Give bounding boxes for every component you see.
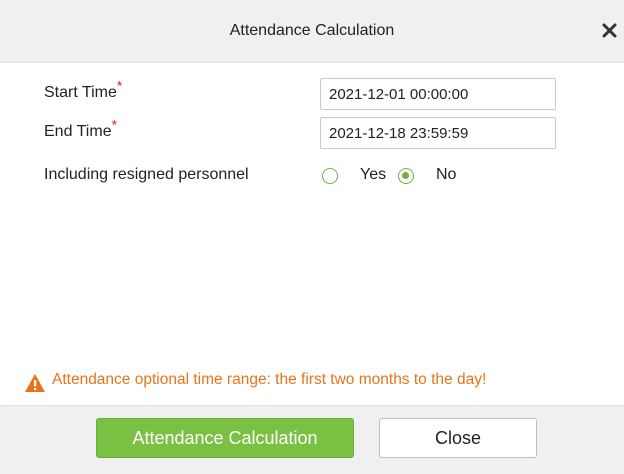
close-button[interactable]: Close: [379, 418, 537, 458]
start-time-label: Start Time*: [44, 79, 122, 102]
dialog-title: Attendance Calculation: [229, 22, 395, 39]
dialog-header: Attendance Calculation: [0, 0, 624, 63]
end-time-label-text: End Time: [44, 123, 112, 140]
start-time-input[interactable]: [320, 78, 556, 110]
warning-text: Attendance optional time range: the firs…: [52, 371, 487, 388]
end-time-label: End Time*: [44, 118, 117, 141]
end-time-input[interactable]: [320, 117, 556, 149]
required-mark: *: [116, 77, 123, 94]
radio-yes[interactable]: [322, 168, 338, 184]
required-mark: *: [111, 116, 118, 133]
radio-yes-label[interactable]: Yes: [360, 166, 386, 184]
radio-no[interactable]: [398, 168, 414, 184]
attendance-calculation-dialog: Attendance Calculation Start Time* End T…: [0, 0, 624, 474]
warning-icon: [24, 373, 46, 393]
start-time-label-text: Start Time: [44, 84, 117, 101]
close-icon[interactable]: [598, 17, 622, 45]
radio-no-label[interactable]: No: [436, 166, 456, 184]
attendance-calculation-button[interactable]: Attendance Calculation: [96, 418, 354, 458]
resigned-label: Including resigned personnel: [44, 166, 249, 183]
